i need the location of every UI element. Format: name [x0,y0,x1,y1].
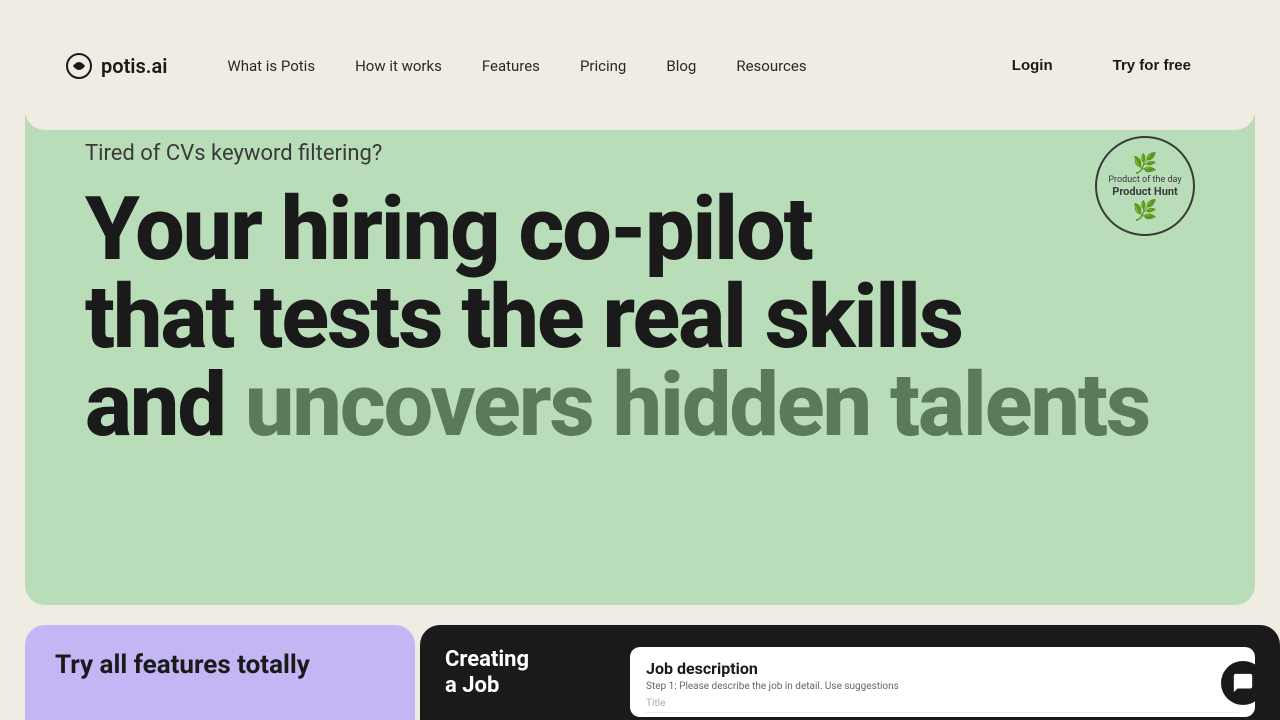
dark-card-subtitle-line2: a Job [445,673,605,699]
main-green-card: potis.ai What is Potis How it works Feat… [25,25,1255,605]
nav-how-it-works[interactable]: How it works [355,57,442,75]
hero-subtitle: Tired of CVs keyword filtering? [85,141,1195,166]
dark-card-subtitle-line1: Creating [445,647,605,673]
nav-blog[interactable]: Blog [666,57,696,75]
logo-icon [65,52,93,80]
dark-card-text: Creating a Job [445,647,605,700]
nav-right: Login Try for free [996,47,1215,84]
nav-resources[interactable]: Resources [736,57,806,75]
dark-card: Creating a Job Job description Step 1: P… [420,625,1280,720]
badge-laurel-left: 🌿 [1133,151,1158,175]
bottom-cards: Try all features totally Creating a Job … [25,625,1280,720]
nav-features[interactable]: Features [482,57,540,75]
badge-text-main: Product Hunt [1112,185,1178,198]
page-wrapper: potis.ai What is Potis How it works Feat… [0,0,1280,720]
job-panel-title: Job description [646,659,1239,678]
badge-circle: 🌿 Product of the day Product Hunt 🌿 [1095,136,1195,236]
try-free-button[interactable]: Try for free [1089,47,1215,84]
nav-links: What is Potis How it works Features Pric… [227,57,995,75]
navbar: potis.ai What is Potis How it works Feat… [25,25,1255,106]
chat-bubble[interactable] [1221,661,1265,705]
purple-card-title: Try all features totally [55,650,385,681]
hero-line3-highlight: uncovers hidden talents [245,354,1149,457]
logo-text: potis.ai [101,54,167,78]
product-hunt-badge: 🌿 Product of the day Product Hunt 🌿 [1095,136,1195,236]
chat-icon [1232,672,1254,694]
job-description-panel: Job description Step 1: Please describe … [630,647,1255,717]
hero-area: Tired of CVs keyword filtering? Your hir… [25,106,1255,450]
login-button[interactable]: Login [996,49,1069,82]
nav-what-is-potis[interactable]: What is Potis [227,57,315,75]
hero-line3-plain: and [85,354,245,457]
job-panel-step: Step 1: Please describe the job in detai… [646,681,1239,692]
badge-text-top: Product of the day [1108,175,1181,185]
nav-pricing[interactable]: Pricing [580,57,626,75]
badge-laurel-right: 🌿 [1133,198,1158,222]
hero-title: Your hiring co-pilot that tests the real… [85,186,1195,450]
purple-card: Try all features totally [25,625,415,720]
job-panel-field: Title [646,698,1239,713]
logo[interactable]: potis.ai [65,52,167,80]
